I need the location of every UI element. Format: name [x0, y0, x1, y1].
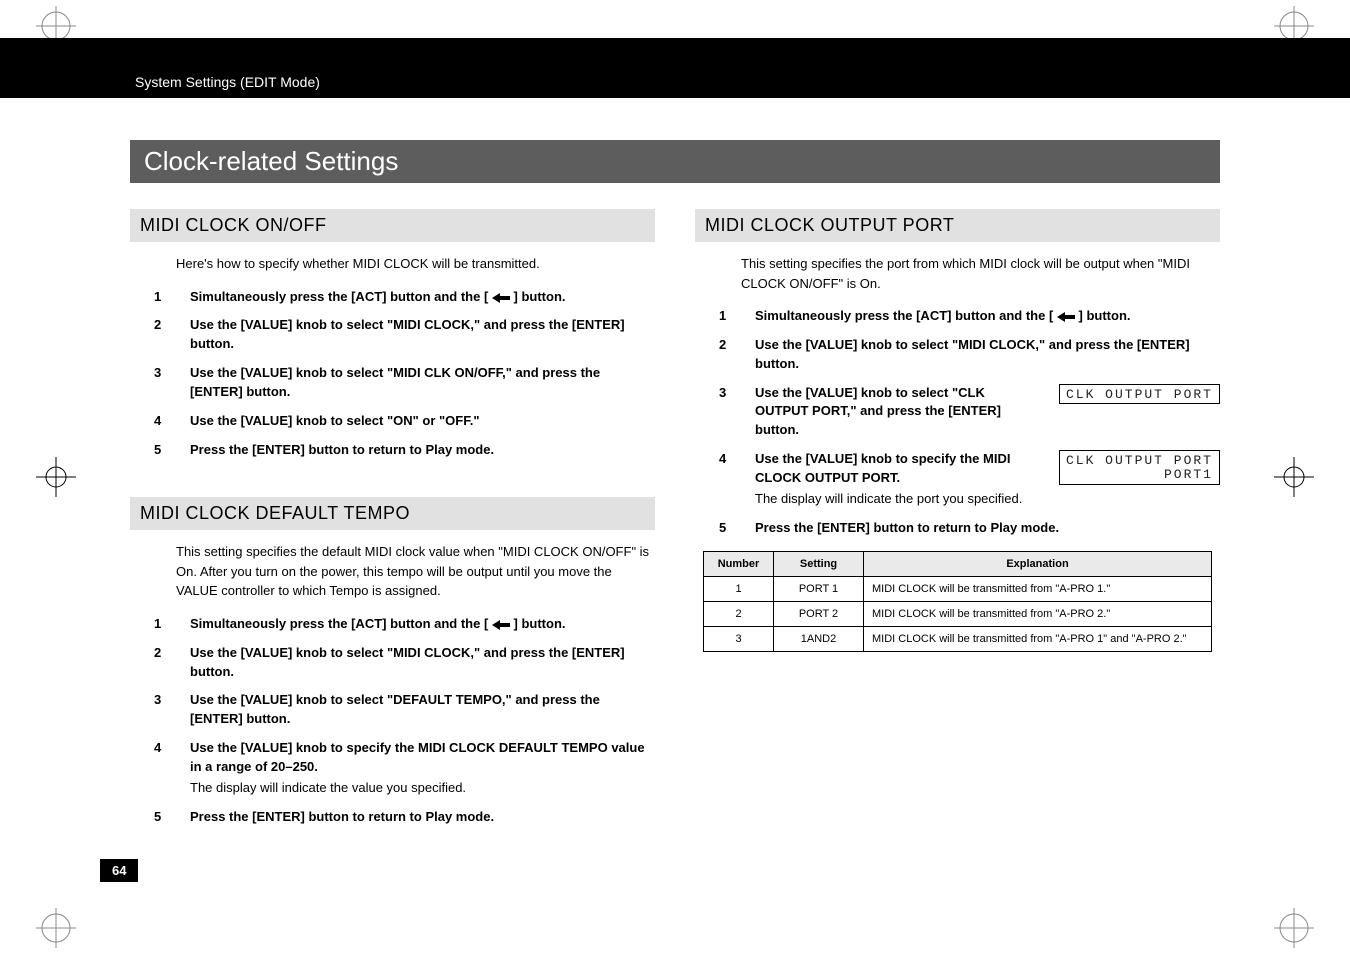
- breadcrumb: System Settings (EDIT Mode): [135, 74, 320, 90]
- lcd-display: CLK OUTPUT PORT PORT1: [1059, 450, 1220, 485]
- step-list: Simultaneously press the [ACT] button an…: [142, 288, 655, 460]
- crop-mark-icon: [36, 908, 76, 948]
- back-arrow-icon: [492, 620, 510, 630]
- section-heading: MIDI CLOCK ON/OFF: [130, 209, 655, 242]
- section-heading: MIDI CLOCK DEFAULT TEMPO: [130, 497, 655, 530]
- section-intro: This setting specifies the default MIDI …: [176, 542, 655, 601]
- table-header: Setting: [774, 552, 864, 577]
- page-title: Clock-related Settings: [130, 140, 1220, 183]
- crop-mark-icon: [1274, 908, 1314, 948]
- back-arrow-icon: [1057, 312, 1075, 322]
- step-list: Simultaneously press the [ACT] button an…: [142, 615, 655, 827]
- table-row: 2 PORT 2 MIDI CLOCK will be transmitted …: [704, 602, 1212, 627]
- crop-mark-icon: [36, 457, 76, 497]
- table-header: Number: [704, 552, 774, 577]
- lcd-display: CLK OUTPUT PORT: [1059, 384, 1220, 404]
- crop-mark-icon: [1274, 457, 1314, 497]
- section-intro: Here's how to specify whether MIDI CLOCK…: [176, 254, 655, 274]
- section-heading: MIDI CLOCK OUTPUT PORT: [695, 209, 1220, 242]
- table-header: Explanation: [864, 552, 1212, 577]
- header-band: System Settings (EDIT Mode): [0, 38, 1350, 98]
- back-arrow-icon: [492, 293, 510, 303]
- port-table: Number Setting Explanation 1 PORT 1 MIDI…: [703, 551, 1212, 652]
- page-number: 64: [100, 859, 138, 882]
- table-row: 3 1AND2 MIDI CLOCK will be transmitted f…: [704, 627, 1212, 652]
- table-row: 1 PORT 1 MIDI CLOCK will be transmitted …: [704, 577, 1212, 602]
- step-list: Simultaneously press the [ACT] button an…: [707, 307, 1220, 537]
- section-intro: This setting specifies the port from whi…: [741, 254, 1220, 293]
